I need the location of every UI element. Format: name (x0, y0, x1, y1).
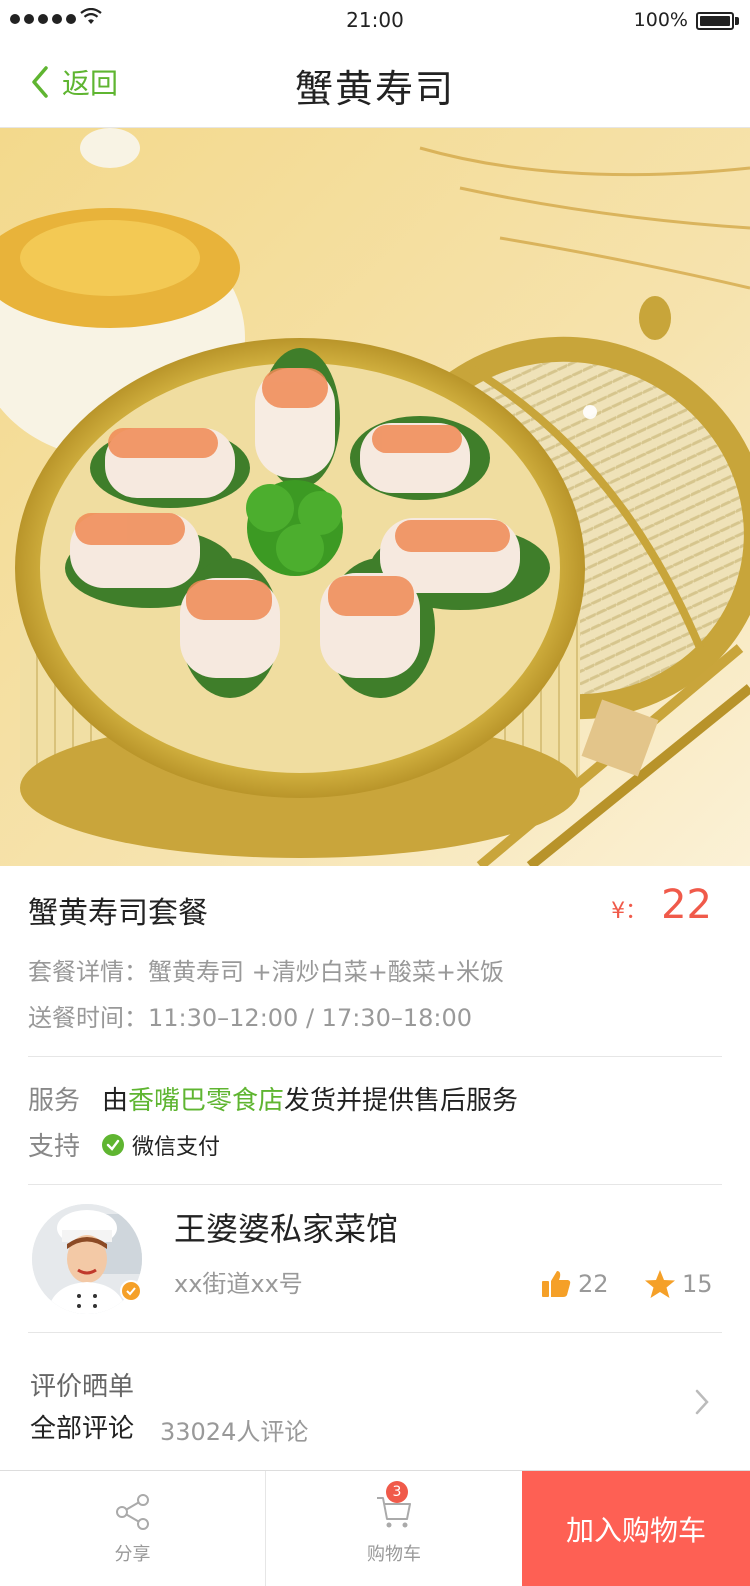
cart-button[interactable]: 购物车 3 (266, 1471, 522, 1586)
add-to-cart-button[interactable]: 加入购物车 (522, 1471, 750, 1586)
delivery-time: 送餐时间：11:30–12:00 / 17:30–18:00 (28, 998, 472, 1033)
support-row: 支持 微信支付 (28, 1126, 220, 1163)
reviews-count: 33024人评论 (160, 1418, 309, 1446)
payment-method: 微信支付 (132, 1134, 221, 1160)
battery-tip (735, 17, 739, 25)
battery-percent: 100% (633, 9, 688, 31)
product-name: 蟹黄寿司套餐 (28, 896, 208, 931)
product-price: ¥： 22 (611, 882, 712, 928)
verified-badge-icon (120, 1280, 142, 1302)
all-reviews-link[interactable]: 全部评论 (30, 1408, 134, 1445)
price-value: 22 (661, 882, 712, 928)
delivery-time-label: 送餐时间： (28, 1004, 148, 1032)
chevron-right-icon[interactable] (694, 1388, 710, 1416)
package-detail: 套餐详情：蟹黄寿司 +清炒白菜+酸菜+米饭 (28, 952, 504, 987)
service-label: 服务 (28, 1086, 81, 1116)
shop-name[interactable]: 王婆婆私家菜馆 (174, 1204, 398, 1250)
thumbs-up-icon (542, 1271, 571, 1297)
share-icon (115, 1494, 149, 1530)
like-stat[interactable]: 22 (540, 1268, 609, 1300)
reviews-title: 评价晒单 (30, 1372, 135, 1402)
divider (28, 1332, 722, 1333)
price-symbol: ¥： (611, 899, 648, 924)
favorite-count: 15 (682, 1270, 713, 1298)
share-button[interactable]: 分享 (0, 1471, 266, 1586)
cart-label: 购物车 (367, 1544, 421, 1565)
service-prefix: 由 (102, 1086, 129, 1116)
share-label: 分享 (114, 1544, 151, 1565)
check-icon (102, 1133, 124, 1156)
delivery-time-value: 11:30–12:00 / 17:30–18:00 (148, 1004, 472, 1032)
bottom-bar: 分享 购物车 3 加入购物车 (0, 1470, 750, 1586)
service-row: 服务 由香嘴巴零食店 发货并提供售后服务 (28, 1080, 518, 1117)
shop-link[interactable]: 香嘴巴零食店 (128, 1080, 284, 1117)
like-count: 22 (578, 1270, 609, 1298)
cart-count-badge: 3 (386, 1481, 408, 1503)
status-bar: 21:00 100% (0, 0, 750, 40)
battery-icon (696, 12, 734, 30)
product-image[interactable] (0, 128, 750, 866)
star-icon (645, 1270, 675, 1298)
favorite-stat[interactable]: 15 (644, 1268, 713, 1300)
nav-bar: 返回 蟹黄寿司 (0, 40, 750, 128)
divider (28, 1184, 722, 1185)
divider (28, 1056, 722, 1057)
page-title: 蟹黄寿司 (294, 67, 455, 111)
support-label: 支持 (28, 1132, 81, 1162)
shop-address: xx街道xx号 (174, 1270, 303, 1298)
package-detail-value: 蟹黄寿司 +清炒白菜+酸菜+米饭 (148, 958, 504, 986)
package-detail-label: 套餐详情： (28, 958, 148, 986)
service-suffix: 发货并提供售后服务 (284, 1086, 519, 1116)
product-photo (0, 128, 750, 866)
